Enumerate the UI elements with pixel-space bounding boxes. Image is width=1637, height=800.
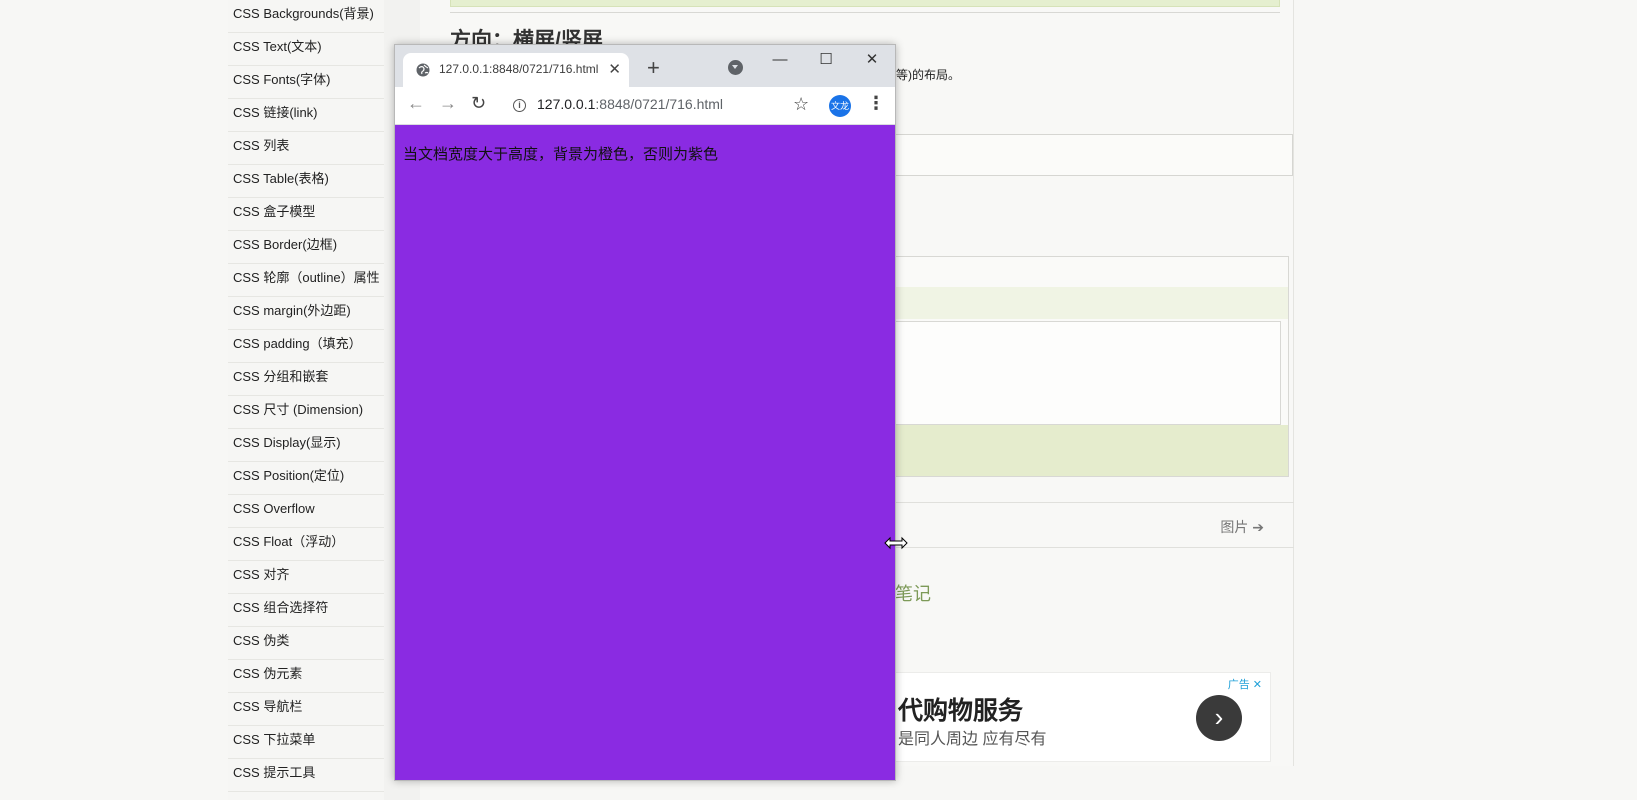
arrow-right-icon: ➔	[1252, 519, 1264, 535]
avatar[interactable]: 文龙	[829, 95, 851, 117]
maximize-icon[interactable]: ☐	[803, 47, 849, 75]
next-page-label: 图片	[1220, 519, 1249, 535]
back-arrow-icon[interactable]: ←	[407, 93, 425, 114]
notes-heading: 笔记	[895, 584, 931, 604]
browser-toolbar: ← → ↻ i 127.0.0.1:8848/0721/716.html ☆ 文…	[395, 87, 895, 125]
close-window-icon[interactable]: ✕	[849, 47, 895, 75]
ad-subtitle: 是同人周边 应有尽有	[898, 731, 1047, 748]
title-bar[interactable]: 127.0.0.1:8848/0721/716.html ✕ + — ☐ ✕	[395, 45, 895, 87]
resize-cursor-icon	[884, 536, 908, 550]
tab-search-icon[interactable]	[728, 60, 743, 75]
reload-icon[interactable]: ↻	[471, 93, 486, 114]
ad-title: 代购物服务	[898, 697, 1024, 725]
chevron-right-icon[interactable]: ›	[1196, 695, 1242, 741]
close-tab-icon[interactable]: ✕	[608, 60, 621, 78]
next-page-link[interactable]: 图片 ➔	[1220, 517, 1264, 537]
page-viewport: 当文档宽度大于高度，背景为橙色，否则为紫色	[395, 125, 895, 780]
info-icon[interactable]: i	[513, 99, 526, 112]
menu-dots-icon[interactable]: ⋮	[867, 93, 885, 114]
divider	[450, 12, 1280, 13]
address-bar[interactable]: 127.0.0.1:8848/0721/716.html	[537, 96, 723, 112]
ad-label[interactable]: 广告 ✕	[1228, 676, 1262, 692]
new-tab-icon[interactable]: +	[647, 55, 660, 81]
tab-title: 127.0.0.1:8848/0721/716.html	[439, 62, 599, 76]
viewport-text: 当文档宽度大于高度，背景为橙色，否则为紫色	[403, 146, 719, 163]
url-host: 127.0.0.1	[537, 96, 596, 112]
ad-label-text: 广告	[1227, 679, 1250, 691]
browser-tab[interactable]: 127.0.0.1:8848/0721/716.html ✕	[403, 53, 629, 87]
bookmark-star-icon[interactable]: ☆	[793, 94, 809, 115]
close-icon[interactable]: ✕	[1253, 679, 1262, 691]
example-box-bottom	[450, 0, 1280, 7]
globe-icon	[416, 63, 430, 77]
forward-arrow-icon[interactable]: →	[439, 93, 457, 114]
description-text: 等)的布局。	[896, 68, 960, 82]
browser-window[interactable]: 127.0.0.1:8848/0721/716.html ✕ + — ☐ ✕ ←…	[394, 44, 896, 781]
minimize-icon[interactable]: —	[757, 47, 803, 75]
ad-banner[interactable]: 广告 ✕ 代购物服务 是同人周边 应有尽有 ›	[895, 672, 1271, 762]
url-path: :8848/0721/716.html	[595, 96, 724, 112]
